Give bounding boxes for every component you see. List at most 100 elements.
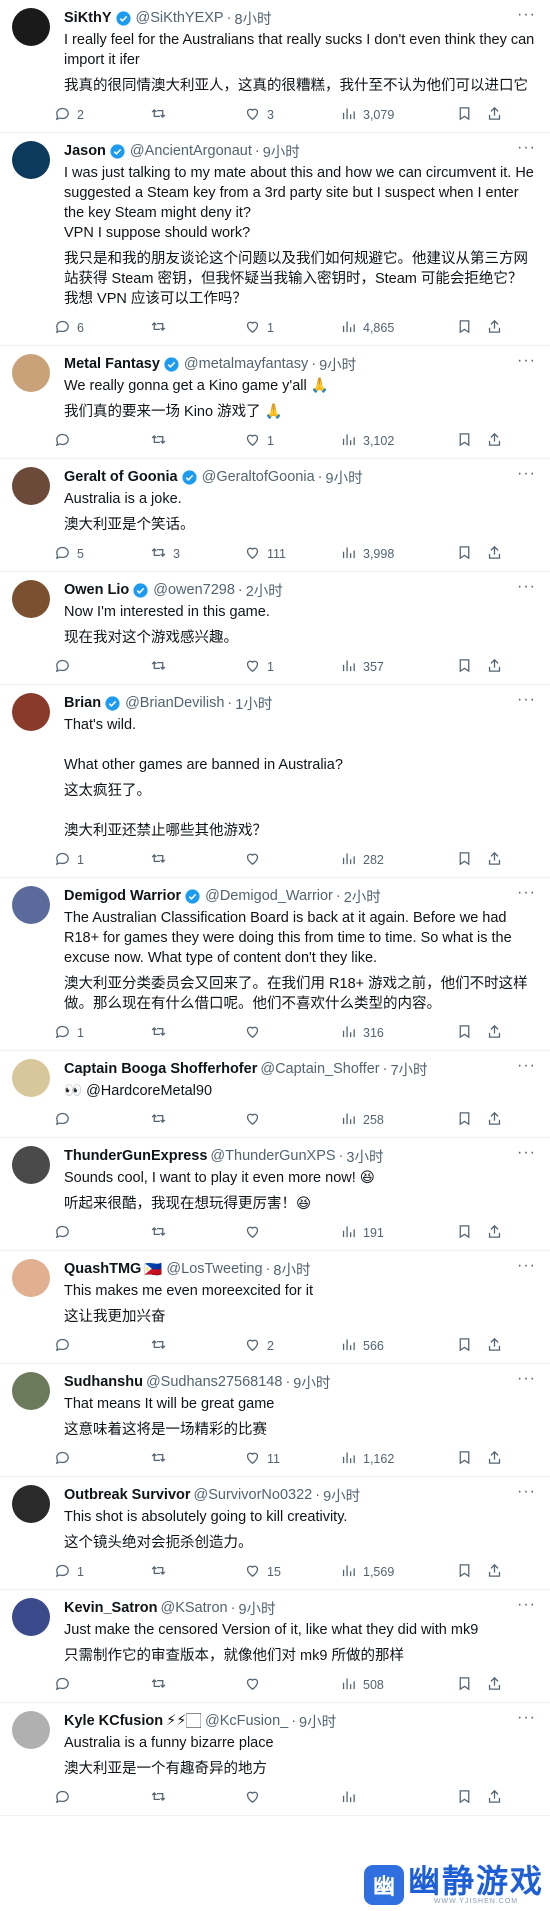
author-handle[interactable]: @metalmayfantasy: [184, 356, 308, 372]
avatar[interactable]: [12, 1598, 50, 1636]
avatar[interactable]: [12, 580, 50, 618]
more-options-button[interactable]: ···: [517, 885, 536, 901]
bookmark-button[interactable]: [456, 1336, 473, 1356]
author-name[interactable]: Metal Fantasy: [64, 356, 160, 372]
share-button[interactable]: [486, 1336, 503, 1356]
author-name[interactable]: Owen Lio: [64, 582, 129, 598]
retweet-button[interactable]: [150, 318, 173, 338]
more-options-button[interactable]: ···: [517, 1597, 536, 1613]
bookmark-button[interactable]: [456, 105, 473, 125]
tweet-time[interactable]: 9小时: [323, 1485, 360, 1506]
tweet-time[interactable]: 9小时: [238, 1598, 275, 1619]
tweet[interactable]: ··· Kevin_Satron @KSatron · 9小时 Just make the…: [0, 1590, 550, 1703]
views-button[interactable]: 357: [340, 657, 384, 677]
tweet[interactable]: ··· ThunderGunExpress @ThunderGunXPS · 3小时 So…: [0, 1138, 550, 1251]
reply-button[interactable]: [54, 1336, 77, 1356]
tweet[interactable]: ··· Sudhanshu @Sudhans27568148 · 9小时 That mea…: [0, 1364, 550, 1477]
like-button[interactable]: [244, 1675, 267, 1695]
share-button[interactable]: [486, 431, 503, 451]
author-handle[interactable]: @Captain_Shoffer: [260, 1061, 379, 1077]
avatar[interactable]: [12, 467, 50, 505]
views-button[interactable]: 282: [340, 850, 384, 870]
like-button[interactable]: 1: [244, 657, 274, 677]
tweet-time[interactable]: 9小时: [326, 467, 363, 488]
share-button[interactable]: [486, 1675, 503, 1695]
views-button[interactable]: 566: [340, 1336, 384, 1356]
tweet[interactable]: ··· Captain Booga Shofferhofer @Captain_Sh…: [0, 1051, 550, 1138]
views-button[interactable]: 3,998: [340, 544, 394, 564]
author-handle[interactable]: @SiKthYEXP: [136, 10, 224, 26]
author-handle[interactable]: @SurvivorNo0322: [194, 1487, 313, 1503]
tweet-time[interactable]: 2小时: [344, 886, 381, 907]
more-options-button[interactable]: ···: [517, 1484, 536, 1500]
retweet-button[interactable]: [150, 850, 173, 870]
reply-button[interactable]: 1: [54, 1562, 84, 1582]
bookmark-button[interactable]: [456, 431, 473, 451]
author-name[interactable]: Kyle KCfusion: [64, 1713, 163, 1729]
more-options-button[interactable]: ···: [517, 579, 536, 595]
bookmark-button[interactable]: [456, 1562, 473, 1582]
reply-button[interactable]: 2: [54, 105, 84, 125]
author-handle[interactable]: @LosTweeting: [166, 1261, 262, 1277]
retweet-button[interactable]: [150, 657, 173, 677]
tweet[interactable]: ··· Kyle KCfusion ⚡⚡🏻 @KcFusion_ · 9小时 Austral…: [0, 1703, 550, 1816]
tweet[interactable]: ··· Geralt of Goonia @GeraltofGoonia · 9小时 Au…: [0, 459, 550, 572]
like-button[interactable]: [244, 1023, 267, 1043]
retweet-button[interactable]: [150, 431, 173, 451]
tweet-time[interactable]: 9小时: [299, 1711, 336, 1732]
bookmark-button[interactable]: [456, 850, 473, 870]
views-button[interactable]: 316: [340, 1023, 384, 1043]
author-name[interactable]: SiKthY: [64, 10, 112, 26]
tweet[interactable]: ··· Metal Fantasy @metalmayfantasy · 9小时 We r…: [0, 346, 550, 459]
author-name[interactable]: Jason: [64, 143, 106, 159]
share-button[interactable]: [486, 850, 503, 870]
views-button[interactable]: 191: [340, 1223, 384, 1243]
views-button[interactable]: [340, 1788, 363, 1808]
share-button[interactable]: [486, 1023, 503, 1043]
like-button[interactable]: 2: [244, 1336, 274, 1356]
views-button[interactable]: 3,102: [340, 431, 394, 451]
author-handle[interactable]: @owen7298: [153, 582, 235, 598]
avatar[interactable]: [12, 1372, 50, 1410]
author-handle[interactable]: @AncientArgonaut: [130, 143, 252, 159]
tweet-time[interactable]: 7小时: [390, 1059, 427, 1080]
tweet[interactable]: ··· Demigod Warrior @Demigod_Warrior · 2小时 Th…: [0, 878, 550, 1051]
share-button[interactable]: [486, 1562, 503, 1582]
more-options-button[interactable]: ···: [517, 1710, 536, 1726]
tweet-time[interactable]: 8小时: [234, 8, 271, 29]
reply-button[interactable]: [54, 1223, 77, 1243]
author-name[interactable]: Brian: [64, 695, 101, 711]
bookmark-button[interactable]: [456, 1110, 473, 1130]
views-button[interactable]: 1,162: [340, 1449, 394, 1469]
share-button[interactable]: [486, 318, 503, 338]
tweet-time[interactable]: 3小时: [346, 1146, 383, 1167]
like-button[interactable]: 1: [244, 431, 274, 451]
share-button[interactable]: [486, 657, 503, 677]
reply-button[interactable]: 1: [54, 850, 84, 870]
author-name[interactable]: Kevin_Satron: [64, 1600, 157, 1616]
author-handle[interactable]: @ThunderGunXPS: [210, 1148, 335, 1164]
more-options-button[interactable]: ···: [517, 1258, 536, 1274]
like-button[interactable]: 15: [244, 1562, 281, 1582]
author-name[interactable]: Geralt of Goonia: [64, 469, 178, 485]
avatar[interactable]: [12, 1485, 50, 1523]
reply-button[interactable]: [54, 431, 77, 451]
like-button[interactable]: [244, 850, 267, 870]
author-name[interactable]: QuashTMG: [64, 1261, 141, 1277]
more-options-button[interactable]: ···: [517, 466, 536, 482]
retweet-button[interactable]: [150, 1562, 173, 1582]
bookmark-button[interactable]: [456, 1023, 473, 1043]
share-button[interactable]: [486, 1449, 503, 1469]
bookmark-button[interactable]: [456, 1788, 473, 1808]
bookmark-button[interactable]: [456, 1449, 473, 1469]
tweet[interactable]: ··· Outbreak Survivor @SurvivorNo0322 · 9小时 T…: [0, 1477, 550, 1590]
retweet-button[interactable]: [150, 1023, 173, 1043]
author-handle[interactable]: @Sudhans27568148: [146, 1374, 282, 1390]
bookmark-button[interactable]: [456, 544, 473, 564]
views-button[interactable]: 4,865: [340, 318, 394, 338]
author-handle[interactable]: @KSatron: [160, 1600, 227, 1616]
reply-button[interactable]: [54, 1110, 77, 1130]
tweet-time[interactable]: 9小时: [319, 354, 356, 375]
more-options-button[interactable]: ···: [517, 1371, 536, 1387]
tweet[interactable]: ··· SiKthY @SiKthYEXP · 8小时 I really feel for…: [0, 0, 550, 133]
